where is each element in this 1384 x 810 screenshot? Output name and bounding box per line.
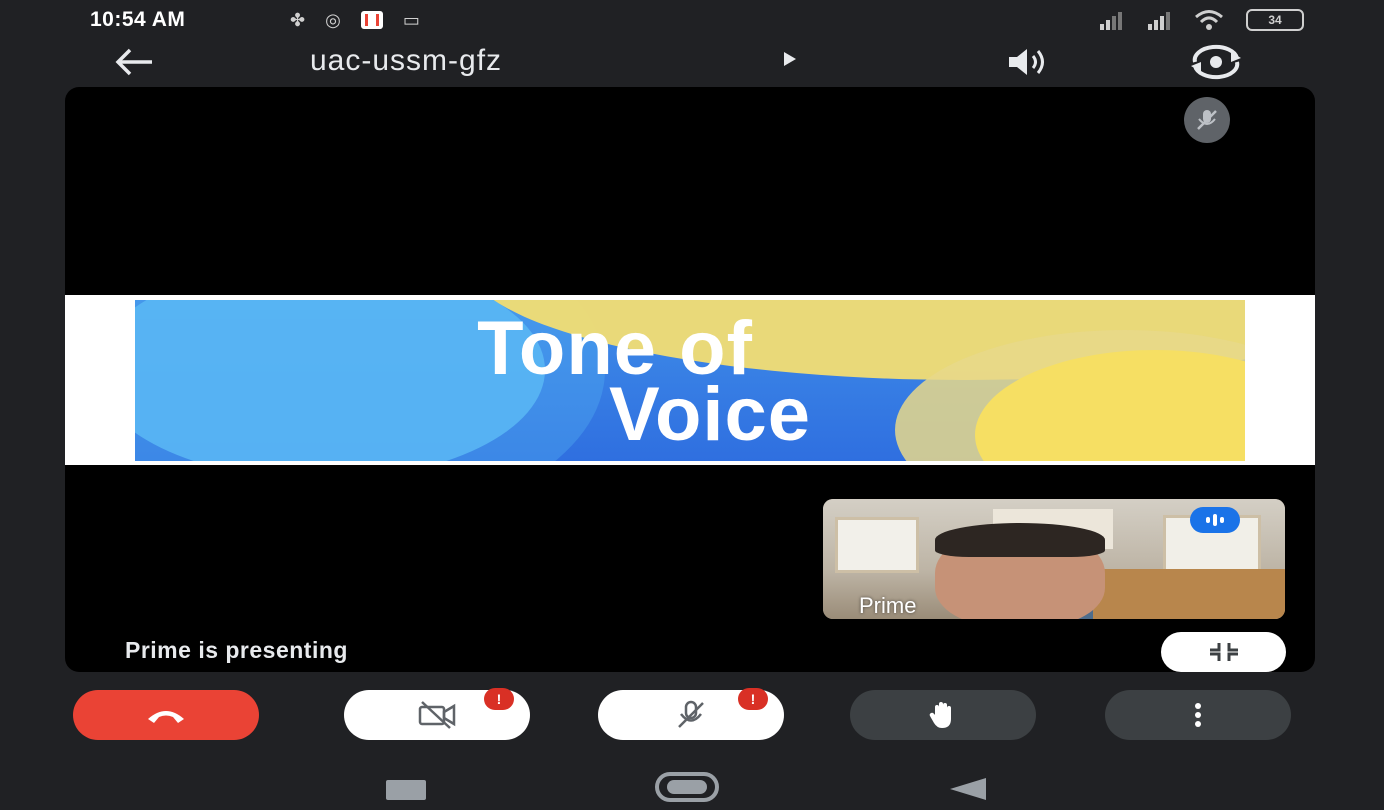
signal-icon-1 bbox=[1100, 12, 1122, 30]
status-bar: 10:54 AM ✤ ◎ ▭ 34 bbox=[0, 0, 1384, 40]
presenting-status: Prime is presenting bbox=[125, 637, 348, 663]
end-call-icon bbox=[148, 711, 184, 723]
shared-screen: Tone of Voice bbox=[65, 295, 1315, 465]
meeting-header: uac-ussm-gfz bbox=[0, 40, 1384, 84]
notification-icons: ✤ ◎ ▭ bbox=[290, 9, 420, 31]
raise-hand-button[interactable] bbox=[850, 690, 1036, 740]
alarm-icon: ◎ bbox=[325, 10, 341, 30]
recent-apps-button[interactable] bbox=[386, 780, 426, 800]
slide-title-line-2: Voice bbox=[608, 372, 812, 457]
audio-level-icon bbox=[1190, 507, 1240, 533]
more-options-icon bbox=[1195, 703, 1201, 727]
status-time: 10:54 AM bbox=[90, 8, 186, 31]
meeting-code[interactable]: uac-ussm-gfz bbox=[310, 44, 502, 78]
mic-off-icon bbox=[678, 700, 704, 728]
video-detail bbox=[935, 523, 1105, 557]
slide-title: Tone of Voice bbox=[315, 311, 915, 457]
back-arrow-icon[interactable] bbox=[112, 44, 156, 80]
raise-hand-icon bbox=[929, 702, 951, 728]
meeting-details-chevron-icon[interactable] bbox=[784, 52, 796, 66]
participant-tile[interactable]: Prime bbox=[823, 499, 1285, 619]
notifications-off-icon: ✤ bbox=[290, 10, 306, 30]
presenter-muted-badge bbox=[1184, 97, 1230, 143]
camera-alert-badge: ! bbox=[484, 688, 514, 710]
end-call-button[interactable] bbox=[73, 690, 259, 740]
wifi-icon bbox=[1195, 10, 1223, 30]
collapse-icon bbox=[1209, 643, 1238, 661]
participant-name: Prime bbox=[859, 593, 917, 618]
system-icons: 34 bbox=[1098, 9, 1304, 31]
signal-icon-2 bbox=[1148, 12, 1170, 30]
system-back-button[interactable] bbox=[950, 778, 986, 800]
call-controls bbox=[0, 690, 1384, 740]
mic-off-icon bbox=[1197, 110, 1217, 130]
camera-off-icon bbox=[418, 701, 456, 729]
mic-alert-badge: ! bbox=[738, 688, 768, 710]
speaker-icon[interactable] bbox=[1005, 46, 1053, 78]
meeting-stage: Tone of Voice Prime Prime is presenting bbox=[65, 87, 1315, 672]
home-button[interactable] bbox=[655, 772, 719, 802]
system-navigation-bar bbox=[0, 760, 1384, 810]
cast-icon: ▭ bbox=[402, 10, 420, 30]
home-icon bbox=[667, 780, 707, 794]
switch-camera-icon[interactable] bbox=[1185, 44, 1247, 80]
battery-indicator: 34 bbox=[1246, 9, 1304, 31]
presentation-slide: Tone of Voice bbox=[135, 300, 1245, 461]
gmail-icon bbox=[360, 11, 383, 29]
video-detail bbox=[835, 517, 919, 573]
more-options-button[interactable] bbox=[1105, 690, 1291, 740]
collapse-self-view-button[interactable] bbox=[1161, 632, 1286, 672]
